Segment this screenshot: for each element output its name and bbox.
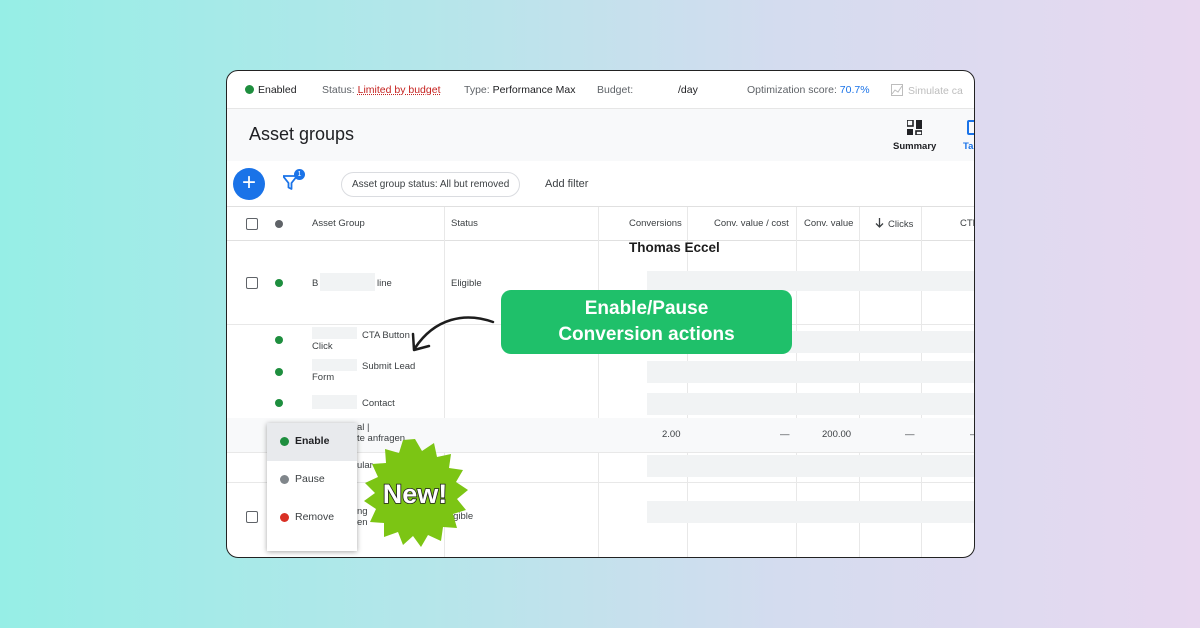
- redacted-metrics: [647, 501, 974, 523]
- callout-line1: Enable/Pause: [584, 298, 709, 319]
- table-tab[interactable]: Ta: [963, 141, 973, 152]
- redacted-metrics: [647, 271, 974, 291]
- col-status[interactable]: Status: [451, 218, 478, 229]
- conversion-action-2-line2: Form: [312, 372, 335, 383]
- enabled-status[interactable]: Enabled: [245, 84, 297, 96]
- highlighted-row-line1: al |: [357, 422, 370, 433]
- author-name: Thomas Eccel: [629, 240, 720, 255]
- conversion-action-3-line1: Contact: [362, 398, 395, 409]
- redacted-metrics: [647, 361, 974, 383]
- budget-value: /day: [678, 84, 698, 96]
- conversion-action-1-line2: Click: [312, 341, 333, 352]
- table-header: Asset Group Status Conversions Conv. val…: [227, 207, 974, 241]
- redacted-text: [320, 273, 375, 291]
- redacted-metrics: [647, 455, 974, 477]
- enable-icon: [280, 437, 289, 446]
- menu-item-remove[interactable]: Remove: [267, 499, 357, 537]
- enabled-dot-icon: [275, 279, 283, 287]
- simulate-icon: [891, 84, 903, 96]
- new-badge: New!: [364, 439, 468, 547]
- conversions-value: 2.00: [662, 429, 681, 440]
- type-info: Type: Performance Max: [464, 84, 576, 96]
- pointer-arrow-icon: [411, 316, 495, 352]
- optimization-score[interactable]: Optimization score: 70.7%: [747, 84, 870, 96]
- row-checkbox[interactable]: [246, 511, 258, 523]
- callout-line2: Conversion actions: [558, 324, 735, 345]
- col-ctr[interactable]: CTR: [960, 218, 974, 229]
- asset-group-status: Eligible: [451, 278, 482, 289]
- status-menu: Enable Pause Remove: [267, 423, 357, 551]
- col-conv-value[interactable]: Conv. value: [804, 218, 853, 229]
- status-info: Status: Limited by budget: [322, 84, 441, 96]
- enabled-dot-icon: [275, 399, 283, 407]
- remove-icon: [280, 513, 289, 522]
- asset-group-name-start[interactable]: B: [312, 278, 318, 289]
- redacted-text: [312, 395, 357, 409]
- menu-item-enable[interactable]: Enable: [267, 423, 357, 461]
- column-divider: [598, 207, 599, 557]
- pause-icon: [280, 475, 289, 484]
- summary-icon: [907, 120, 922, 135]
- asset-group-name-end[interactable]: line: [377, 278, 392, 289]
- page-title: Asset groups: [249, 124, 355, 144]
- clicks-value: —: [905, 429, 915, 440]
- sort-down-icon: [875, 218, 884, 228]
- redacted-text: [312, 359, 357, 371]
- enabled-dot-icon: [245, 85, 254, 94]
- table-icon: [967, 120, 974, 135]
- conversion-action-1-line1: CTA Button: [362, 330, 410, 341]
- conversion-action-2-line1: Submit Lead: [362, 361, 416, 372]
- campaign-status-bar: Enabled Status: Limited by budget Type: …: [227, 71, 974, 109]
- limited-by-budget-link[interactable]: Limited by budget: [358, 84, 441, 96]
- ctr-value: –: [970, 429, 975, 440]
- status-column-icon: [275, 220, 283, 228]
- redacted-metrics: [647, 393, 974, 415]
- enabled-dot-icon: [275, 368, 283, 376]
- select-all-checkbox[interactable]: [246, 218, 258, 230]
- filter-bar: + 1 Asset group status: All but removed …: [227, 161, 974, 207]
- conv-value-cost: —: [780, 429, 790, 440]
- row-checkbox[interactable]: [246, 277, 258, 289]
- redacted-text: [312, 327, 357, 339]
- menu-item-pause[interactable]: Pause: [267, 461, 357, 499]
- new-badge-label: New!: [383, 479, 448, 509]
- filter-count-badge: 1: [294, 169, 305, 180]
- feature-callout: Enable/Pause Conversion actions: [501, 290, 792, 354]
- simulate-button[interactable]: Simulate ca: [891, 84, 963, 97]
- add-filter-button[interactable]: Add filter: [545, 178, 588, 190]
- col-clicks[interactable]: Clicks: [875, 218, 913, 230]
- page-header: Asset groups Summary Ta: [227, 109, 974, 161]
- status-filter-chip[interactable]: Asset group status: All but removed: [341, 172, 521, 197]
- conv-value: 200.00: [822, 429, 852, 440]
- budget-label: Budget:: [597, 84, 634, 96]
- col-conv-value-cost[interactable]: Conv. value / cost: [714, 218, 789, 229]
- enabled-dot-icon: [275, 336, 283, 344]
- col-conversions[interactable]: Conversions: [629, 218, 682, 229]
- col-asset-group[interactable]: Asset Group: [312, 218, 365, 229]
- summary-tab[interactable]: Summary: [893, 141, 936, 152]
- add-button[interactable]: +: [233, 168, 265, 200]
